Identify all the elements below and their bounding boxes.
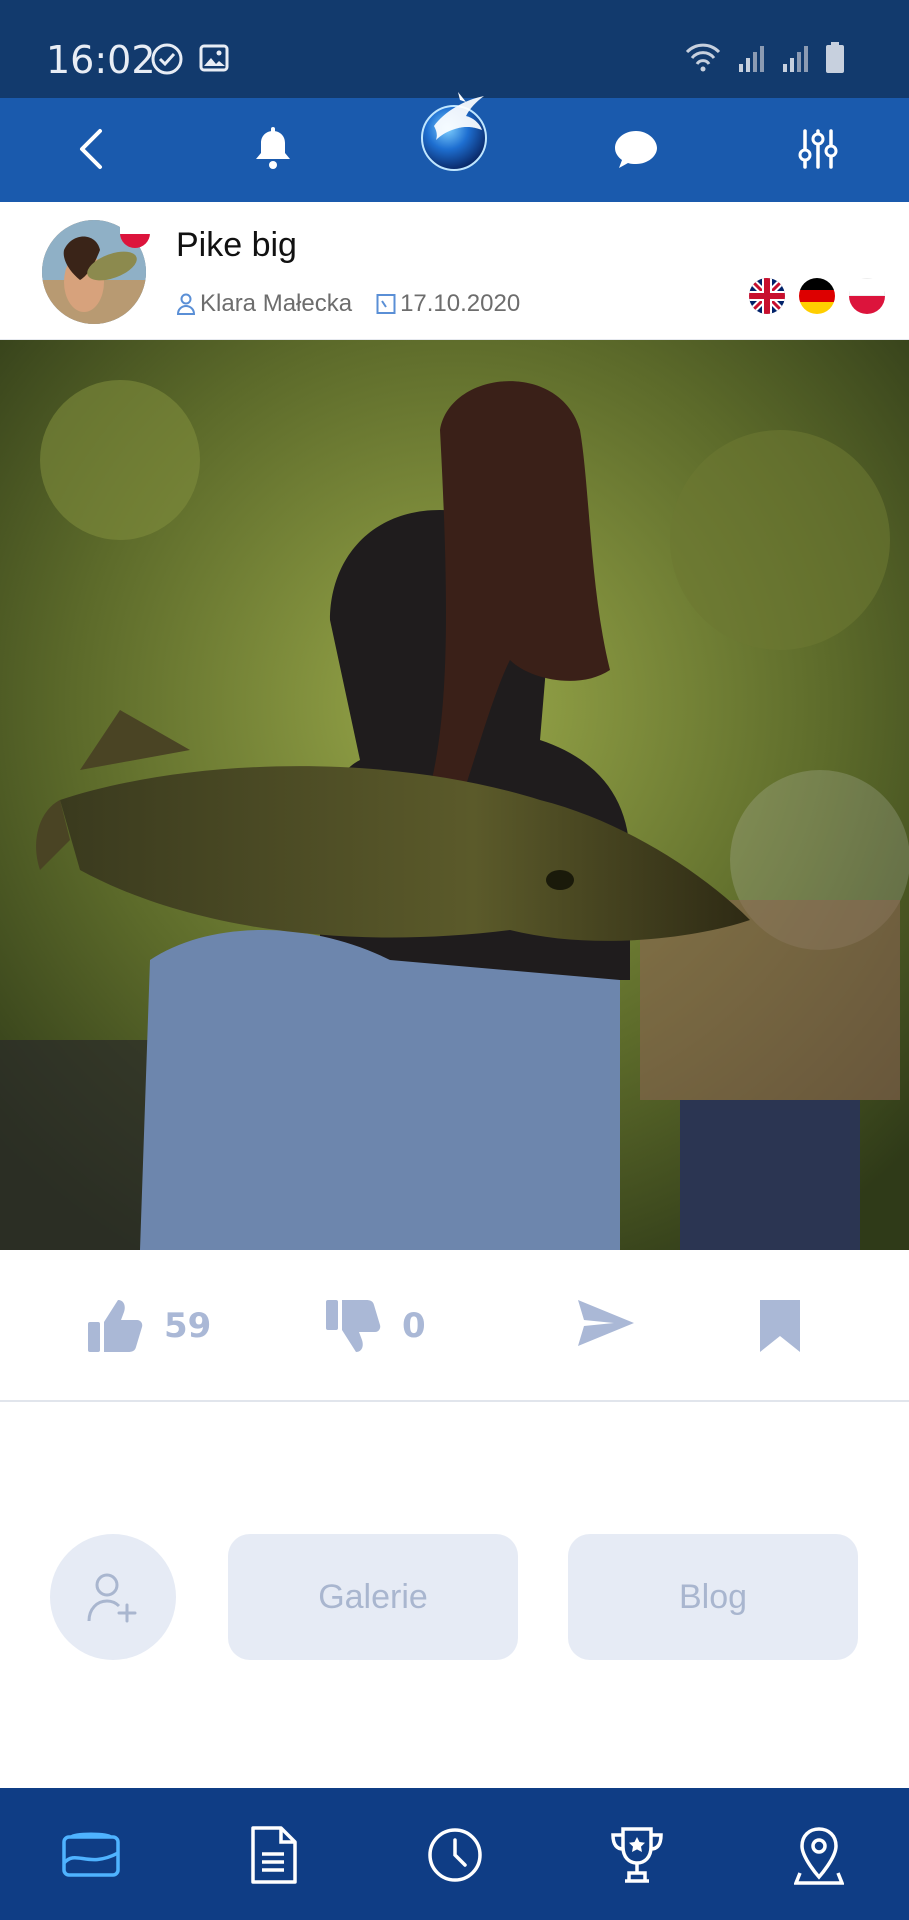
location-icon — [794, 1827, 844, 1885]
calendar-icon — [376, 294, 396, 314]
add-user-icon — [87, 1573, 137, 1623]
gallery-button[interactable]: Galerie — [228, 1534, 518, 1660]
signal-icon — [739, 46, 764, 72]
blog-button[interactable]: Blog — [568, 1534, 858, 1660]
like-button[interactable]: 59 — [86, 1298, 211, 1354]
wifi-icon — [685, 43, 721, 72]
sliders-icon — [798, 129, 838, 169]
nav-history[interactable] — [418, 1818, 492, 1892]
messages-button[interactable] — [601, 114, 671, 184]
image-icon — [199, 44, 229, 72]
chat-icon — [615, 131, 657, 168]
nav-map[interactable] — [782, 1818, 856, 1892]
gallery-icon — [62, 1832, 120, 1877]
like-count: 59 — [164, 1306, 212, 1346]
author[interactable]: Klara Małecka — [176, 290, 352, 318]
back-button[interactable] — [56, 114, 126, 184]
date-text: 17.10.2020 — [400, 290, 521, 317]
thumbs-down-icon — [326, 1300, 381, 1352]
send-icon — [578, 1300, 634, 1346]
uk-flag-icon[interactable] — [749, 278, 785, 314]
nav-documents[interactable] — [236, 1818, 310, 1892]
marlin-logo[interactable] — [412, 80, 496, 180]
author-name: Klara Małecka — [200, 290, 353, 317]
dislike-button[interactable]: 0 — [324, 1298, 426, 1354]
trophy-icon — [611, 1827, 663, 1883]
back-icon — [80, 129, 102, 169]
germany-flag-icon[interactable] — [799, 278, 835, 314]
signal-icon — [783, 46, 808, 72]
nav-gallery[interactable] — [54, 1818, 128, 1892]
notifications-button[interactable] — [238, 114, 308, 184]
post-photo[interactable] — [0, 340, 909, 1250]
user-icon — [176, 293, 196, 315]
bookmark-button[interactable] — [758, 1298, 802, 1354]
check-circle-icon — [151, 43, 183, 75]
post-title: Pike big — [176, 226, 297, 264]
post-date: 17.10.2020 — [376, 290, 520, 318]
post-meta: Klara Małecka 17.10.2020 — [176, 290, 544, 318]
bottom-nav — [0, 1788, 909, 1920]
poland-flag-icon[interactable] — [849, 278, 885, 314]
filters-button[interactable] — [783, 114, 853, 184]
status-time: 16:02 — [46, 38, 156, 82]
clock-icon — [428, 1828, 482, 1882]
dislike-count: 0 — [402, 1306, 426, 1346]
post-header: Pike big Klara Małecka 17.10.2020 — [0, 202, 909, 340]
thumbs-up-icon — [88, 1300, 143, 1352]
nav-rankings[interactable] — [600, 1818, 674, 1892]
follow-user-button[interactable] — [50, 1534, 176, 1660]
document-icon — [251, 1826, 297, 1884]
bell-icon — [256, 127, 290, 169]
post-actions: 59 0 — [0, 1250, 909, 1402]
language-flags — [749, 278, 885, 314]
bookmark-icon — [760, 1300, 800, 1352]
battery-icon — [826, 42, 844, 73]
share-button[interactable] — [576, 1298, 636, 1348]
